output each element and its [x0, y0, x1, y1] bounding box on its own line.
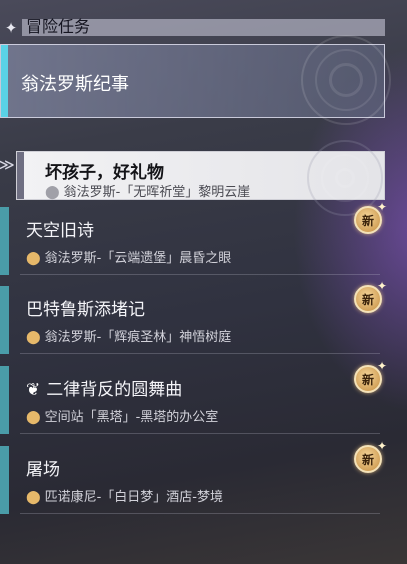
- divider: [20, 433, 380, 434]
- quest-title: 巴特鲁斯添堵记: [26, 300, 145, 320]
- divider: [20, 513, 380, 514]
- quest-location: ⬤ 匹诺康尼-「白日梦」酒店-梦境: [26, 490, 223, 505]
- location-pin-icon: ⬤: [26, 410, 41, 425]
- location-pin-icon: ⬤: [45, 185, 60, 200]
- location-pin-icon: ⬤: [26, 330, 41, 345]
- selected-accent-bar: [17, 152, 24, 199]
- location-pin-icon: ⬤: [26, 490, 41, 505]
- quest-item[interactable]: 巴特鲁斯添堵记 ⬤ 翁法罗斯-「辉痕圣林」神悟树庭 新 ✦: [0, 279, 387, 354]
- companion-quest-icon: ❦: [26, 380, 41, 400]
- quest-location: ⬤ 翁法罗斯-「辉痕圣林」神悟树庭: [26, 330, 232, 345]
- new-badge-icon: 新 ✦: [354, 279, 387, 313]
- section-title: 冒险任务: [26, 17, 91, 36]
- quest-accent-bar: [0, 207, 9, 275]
- quest-title: 天空旧诗: [26, 221, 94, 241]
- section-header: ✦ 冒险任务: [0, 14, 385, 38]
- new-badge-icon: 新 ✦: [354, 439, 387, 473]
- quest-title: 屠场: [26, 460, 60, 480]
- quest-accent-bar: [0, 366, 9, 434]
- quest-location: ⬤ 翁法罗斯-「无晖祈堂」黎明云崖: [45, 185, 251, 200]
- quest-item[interactable]: ❦ 二律背反的圆舞曲 ⬤ 空间站「黑塔」-黑塔的办公室 新 ✦: [0, 359, 387, 434]
- quest-title: 坏孩子，好礼物: [45, 163, 164, 183]
- group-accent-bar: [1, 45, 8, 117]
- quest-item[interactable]: 屠场 ⬤ 匹诺康尼-「白日梦」酒店-梦境 新 ✦: [0, 439, 387, 514]
- selected-arrow-icon: ≫: [0, 155, 15, 174]
- new-badge-icon: 新 ✦: [354, 200, 387, 234]
- quest-accent-bar: [0, 446, 9, 514]
- quest-location: ⬤ 翁法罗斯-「云端遗堡」晨昏之眼: [26, 251, 232, 266]
- quest-group-card[interactable]: 翁法罗斯纪事: [0, 35, 391, 125]
- group-label: 翁法罗斯纪事: [21, 74, 129, 95]
- diamond-icon: ✦: [4, 19, 18, 37]
- emblem-icon: [307, 140, 383, 216]
- quest-item[interactable]: 天空旧诗 ⬤ 翁法罗斯-「云端遗堡」晨昏之眼 新 ✦: [0, 200, 387, 275]
- selected-quest[interactable]: 坏孩子，好礼物 ⬤ 翁法罗斯-「无晖祈堂」黎明云崖: [16, 140, 385, 216]
- quest-title: ❦ 二律背反的圆舞曲: [26, 380, 183, 400]
- emblem-icon: [301, 35, 391, 125]
- new-badge-icon: 新 ✦: [354, 359, 387, 393]
- quest-accent-bar: [0, 286, 9, 354]
- location-pin-icon: ⬤: [26, 251, 41, 266]
- quest-location: ⬤ 空间站「黑塔」-黑塔的办公室: [26, 410, 219, 425]
- divider: [20, 353, 380, 354]
- divider: [20, 274, 380, 275]
